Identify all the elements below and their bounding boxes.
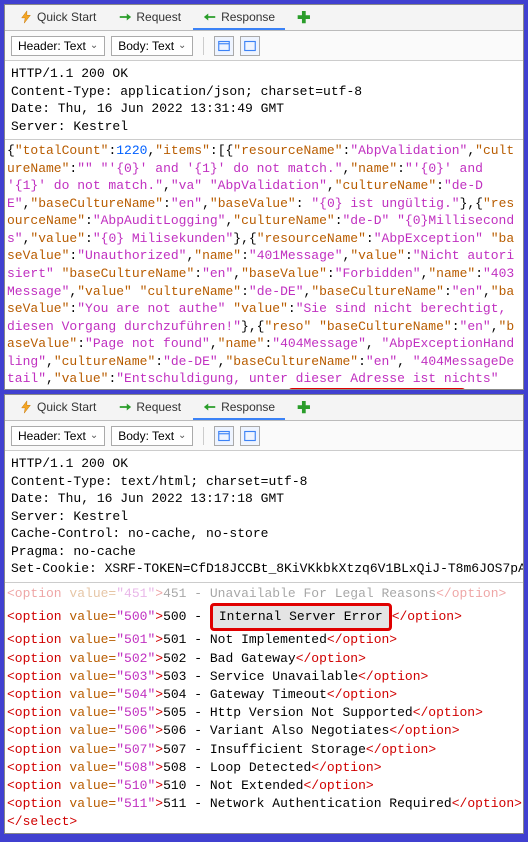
tab-response[interactable]: Response bbox=[193, 396, 285, 420]
response-panel-2: Quick Start Request Response ✚ Header: T… bbox=[4, 394, 524, 834]
tabs-bar: Quick Start Request Response ✚ bbox=[5, 5, 523, 31]
chevron-down-icon: ⌄ bbox=[90, 40, 98, 51]
view-mode-button-2[interactable] bbox=[240, 426, 260, 446]
add-tab-button[interactable]: ✚ bbox=[287, 8, 320, 28]
tab-response[interactable]: Response bbox=[193, 6, 285, 30]
combo-label: Header: Text bbox=[18, 39, 86, 53]
view-mode-button-1[interactable] bbox=[214, 426, 234, 446]
highlight-internal-server-error: Internal Server Error bbox=[288, 388, 466, 389]
tabs-bar: Quick Start Request Response ✚ bbox=[5, 395, 523, 421]
lightning-icon bbox=[19, 400, 33, 414]
header-view-combo[interactable]: Header: Text ⌄ bbox=[11, 426, 105, 446]
tab-label: Quick Start bbox=[37, 10, 96, 24]
separator bbox=[203, 37, 204, 55]
combo-label: Header: Text bbox=[18, 429, 86, 443]
chevron-down-icon: ⌄ bbox=[90, 430, 98, 441]
response-panel-1: Quick Start Request Response ✚ Header: T… bbox=[4, 4, 524, 390]
arrow-left-icon bbox=[203, 400, 217, 414]
separator bbox=[203, 427, 204, 445]
response-headers[interactable]: HTTP/1.1 200 OK Content-Type: applicatio… bbox=[5, 61, 523, 139]
combo-label: Body: Text bbox=[118, 39, 174, 53]
arrow-left-icon bbox=[203, 10, 217, 24]
body-view-combo[interactable]: Body: Text ⌄ bbox=[111, 36, 193, 56]
response-body-html[interactable]: <option value="451">451 - Unavailable Fo… bbox=[5, 582, 523, 833]
lightning-icon bbox=[19, 10, 33, 24]
header-view-combo[interactable]: Header: Text ⌄ bbox=[11, 36, 105, 56]
panel-icon bbox=[218, 40, 230, 52]
combo-label: Body: Text bbox=[118, 429, 174, 443]
response-body-json[interactable]: {"totalCount":1220,"items":[{"resourceNa… bbox=[5, 139, 523, 389]
chevron-down-icon: ⌄ bbox=[178, 430, 186, 441]
body-view-combo[interactable]: Body: Text ⌄ bbox=[111, 426, 193, 446]
tab-request[interactable]: Request bbox=[108, 396, 191, 420]
toolbar: Header: Text ⌄ Body: Text ⌄ bbox=[5, 421, 523, 451]
arrow-right-icon bbox=[118, 10, 132, 24]
tab-label: Response bbox=[221, 400, 275, 414]
highlight-internal-server-error: Internal Server Error bbox=[210, 603, 392, 631]
tab-label: Request bbox=[136, 10, 181, 24]
chevron-down-icon: ⌄ bbox=[178, 40, 186, 51]
add-tab-button[interactable]: ✚ bbox=[287, 398, 320, 418]
tab-label: Response bbox=[221, 10, 275, 24]
arrow-right-icon bbox=[118, 400, 132, 414]
panel-icon bbox=[244, 430, 256, 442]
view-mode-button-1[interactable] bbox=[214, 36, 234, 56]
plus-icon: ✚ bbox=[297, 400, 310, 417]
panel-icon bbox=[244, 40, 256, 52]
tab-label: Quick Start bbox=[37, 400, 96, 414]
panel-icon bbox=[218, 430, 230, 442]
tab-quick-start[interactable]: Quick Start bbox=[9, 6, 106, 30]
toolbar: Header: Text ⌄ Body: Text ⌄ bbox=[5, 31, 523, 61]
tab-request[interactable]: Request bbox=[108, 6, 191, 30]
tab-label: Request bbox=[136, 400, 181, 414]
response-headers[interactable]: HTTP/1.1 200 OK Content-Type: text/html;… bbox=[5, 451, 523, 582]
view-mode-button-2[interactable] bbox=[240, 36, 260, 56]
tab-quick-start[interactable]: Quick Start bbox=[9, 396, 106, 420]
plus-icon: ✚ bbox=[297, 10, 310, 27]
